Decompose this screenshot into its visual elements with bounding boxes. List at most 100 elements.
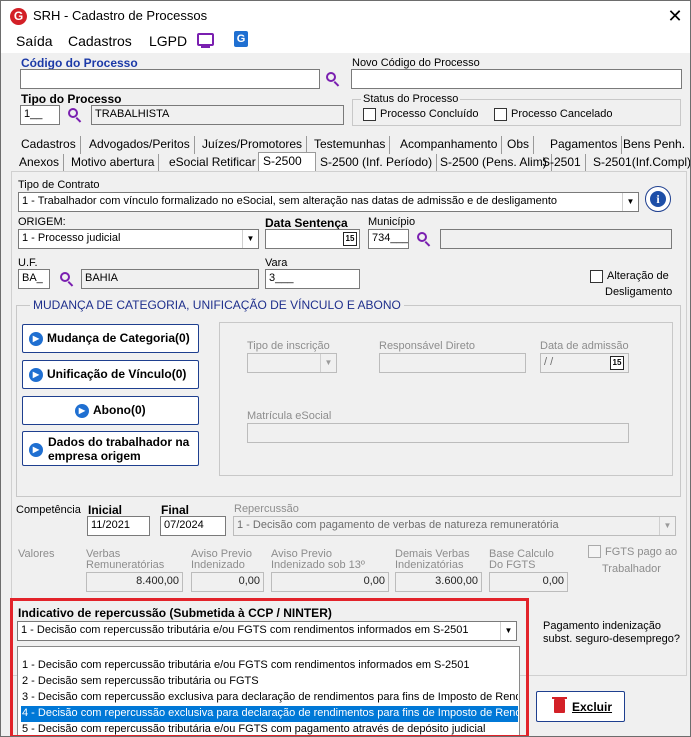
tab-esocial-retificar[interactable]: eSocial Retificar — [165, 154, 261, 172]
concluido-checkbox[interactable] — [363, 108, 376, 121]
aviso-label-2: Indenizado — [191, 559, 245, 571]
search-icon[interactable] — [67, 107, 83, 123]
tab-advogados[interactable]: Advogados/Peritos — [85, 136, 195, 154]
tab-cadastros[interactable]: Cadastros — [17, 136, 81, 154]
uf-code[interactable]: BA_ — [18, 269, 50, 289]
origem-value: 1 - Processo judicial — [22, 232, 121, 244]
tipo-inscricao-select[interactable]: ▼ — [247, 353, 337, 373]
menu-cadastros[interactable]: Cadastros — [68, 33, 132, 49]
responsavel-label: Responsável Direto — [379, 340, 475, 352]
tipo-processo-code[interactable]: 1__ — [20, 105, 60, 125]
concluido-label: Processo Concluído — [380, 108, 479, 120]
excluir-label: Excluir — [572, 700, 613, 714]
play-icon: ▶ — [75, 403, 89, 418]
search-icon[interactable] — [325, 71, 341, 87]
search-icon[interactable] — [59, 271, 75, 287]
monitor-icon[interactable] — [197, 33, 214, 46]
final-input[interactable]: 07/2024 — [160, 516, 226, 536]
final-label: Final — [161, 503, 190, 517]
tipo-contrato-label: Tipo de Contrato — [18, 179, 100, 191]
tabs-row-1: Cadastros Advogados/Peritos Juízes/Promo… — [11, 136, 687, 154]
verbas-input[interactable]: 8.400,00 — [86, 572, 183, 592]
fgts-checkbox[interactable] — [588, 545, 601, 558]
aviso13-label-2: Indenizado sob 13º — [271, 559, 365, 571]
tipo-contrato-value: 1 - Trabalhador com vínculo formalizado … — [22, 195, 558, 207]
data-admissao-label: Data de admissão — [540, 340, 629, 352]
info-icon: i — [650, 191, 666, 207]
tab-motivo[interactable]: Motivo abertura — [67, 154, 160, 172]
dados-trabalhador-button[interactable]: ▶ Dados do trabalhador na empresa origem — [22, 431, 199, 466]
municipio-code[interactable]: 734___ — [368, 229, 409, 249]
base-input[interactable]: 0,00 — [489, 572, 568, 592]
verbas-label-2: Remuneratórias — [86, 559, 165, 571]
fgts-label-1: FGTS pago ao — [605, 546, 678, 558]
origem-select[interactable]: 1 - Processo judicial ▼ — [18, 229, 259, 249]
novo-codigo-label: Novo Código do Processo — [352, 57, 480, 69]
cancelado-checkbox[interactable] — [494, 108, 507, 121]
tab-pagamentos[interactable]: Pagamentos — [546, 136, 623, 154]
inicial-label: Inicial — [88, 503, 123, 517]
tipo-processo-label: Tipo do Processo — [21, 92, 122, 106]
menu-saida[interactable]: Saída — [16, 33, 53, 49]
pagamento-label-1: Pagamento indenização — [543, 620, 662, 632]
competencia-label: Competência — [16, 504, 81, 516]
tipo-processo-desc: TRABALHISTA — [91, 105, 344, 125]
repercussao-select[interactable]: 1 - Decisão com pagamento de verbas de n… — [233, 516, 676, 536]
app-g-icon[interactable]: G — [234, 31, 248, 47]
search-icon[interactable] — [416, 231, 432, 247]
demais-label-2: Indenizatórias — [395, 559, 464, 571]
tab-anexos[interactable]: Anexos — [15, 154, 65, 172]
monitor-stand-icon — [201, 46, 210, 48]
play-icon: ▶ — [29, 331, 43, 346]
demais-input[interactable]: 3.600,00 — [395, 572, 482, 592]
mudanca-categoria-button[interactable]: ▶ Mudança de Categoria(0) — [22, 324, 199, 353]
tab-testemunhas[interactable]: Testemunhas — [310, 136, 391, 154]
aviso-input[interactable]: 0,00 — [191, 572, 264, 592]
inicial-input[interactable]: 11/2021 — [87, 516, 150, 536]
tipo-contrato-select[interactable]: 1 - Trabalhador com vínculo formalizado … — [18, 192, 639, 212]
matricula-label: Matrícula eSocial — [247, 410, 332, 422]
calendar-icon[interactable]: 15 — [610, 356, 624, 370]
aviso13-input[interactable]: 0,00 — [271, 572, 389, 592]
mudanca-legend: MUDANÇA DE CATEGORIA, UNIFICAÇÃO DE VÍNC… — [30, 298, 404, 312]
highlight-box — [10, 598, 529, 736]
abono-button[interactable]: ▶ Abono(0) — [22, 396, 199, 425]
alteracao-label-2: Desligamento — [605, 286, 673, 298]
tab-s2501[interactable]: S-2501 — [538, 154, 586, 172]
unificacao-vinculo-button[interactable]: ▶ Unificação de Vínculo(0) — [22, 360, 199, 389]
fgts-label-2: Trabalhador — [602, 563, 661, 575]
vara-input[interactable]: 3___ — [265, 269, 360, 289]
base-label-2: Do FGTS — [489, 559, 536, 571]
close-icon[interactable]: ✕ — [663, 4, 687, 28]
municipio-label: Município — [368, 216, 416, 228]
abono-label: Abono(0) — [93, 403, 146, 417]
main-window: G SRH - Cadastro de Processos ✕ Saída Ca… — [0, 0, 691, 737]
tab-s2500-periodo[interactable]: S-2500 (Inf. Período) — [316, 154, 438, 172]
app-logo-icon: G — [10, 8, 27, 25]
responsavel-input[interactable] — [379, 353, 526, 373]
uf-desc: BAHIA — [81, 269, 259, 289]
dados-trabalhador-label: Dados do trabalhador na empresa origem — [48, 435, 190, 463]
uf-label: U.F. — [18, 257, 38, 269]
tab-s2500[interactable]: S-2500 — [258, 152, 316, 172]
menu-lgpd[interactable]: LGPD — [149, 33, 187, 49]
alteracao-checkbox[interactable] — [590, 270, 603, 283]
tab-obs[interactable]: Obs — [503, 136, 535, 154]
calendar-icon[interactable]: 15 — [343, 232, 357, 246]
codigo-input[interactable] — [20, 69, 320, 89]
matricula-input[interactable] — [247, 423, 629, 443]
info-button[interactable]: i — [645, 186, 671, 212]
tab-s2500-pens[interactable]: S-2500 (Pens. Alim) — [436, 154, 552, 172]
novo-codigo-input[interactable] — [351, 69, 682, 89]
tab-bens[interactable]: Bens Penh. — [619, 136, 689, 154]
tabs-row-2: Anexos Motivo abertura eSocial Retificar… — [11, 152, 690, 172]
unificacao-vinculo-label: Unificação de Vínculo(0) — [47, 367, 187, 381]
municipio-desc — [440, 229, 672, 249]
tab-s2501-inf[interactable]: S-2501(Inf.Compl) — [589, 154, 690, 172]
tab-acompanhamento[interactable]: Acompanhamento — [396, 136, 503, 154]
origem-label: ORIGEM: — [18, 216, 66, 228]
excluir-button[interactable]: Excluir — [536, 691, 625, 722]
tipo-inscricao-label: Tipo de inscrição — [247, 340, 330, 352]
title-bar: G SRH - Cadastro de Processos ✕ — [1, 1, 690, 31]
status-label: Status do Processo — [361, 93, 461, 105]
